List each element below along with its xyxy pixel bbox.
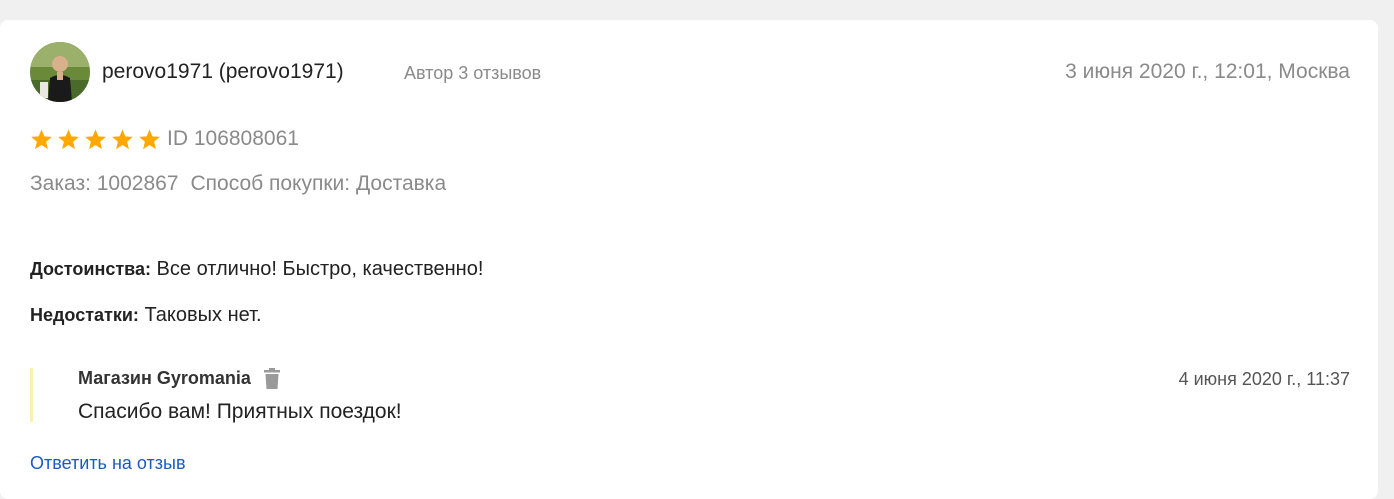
review-date: 3 июня 2020 г., 12:01, Москва <box>1065 60 1350 83</box>
author-name[interactable]: perovo1971 (perovo1971) <box>102 60 344 84</box>
star-icon <box>112 128 133 149</box>
shop-reply-header: Магазин Gyromania <box>78 368 281 389</box>
pros-section: Достоинства: Все отлично! Быстро, качест… <box>30 258 483 281</box>
star-icon <box>85 128 106 149</box>
cons-section: Недостатки: Таковых нет. <box>30 304 262 327</box>
purchase-method: Способ покупки: Доставка <box>190 172 447 195</box>
trash-icon[interactable] <box>263 368 281 389</box>
rating-row: ID 106808061 <box>30 126 299 152</box>
author-reviews-count: Автор 3 отзывов <box>404 63 542 83</box>
cons-label: Недостатки: <box>30 305 139 325</box>
avatar-image <box>30 42 90 102</box>
pros-label: Достоинства: <box>30 259 151 279</box>
star-rating <box>30 128 161 151</box>
cons-text: Таковых нет. <box>144 304 262 326</box>
pros-text: Все отлично! Быстро, качественно! <box>156 258 484 280</box>
reply-date: 4 июня 2020 г., 11:37 <box>1178 369 1350 389</box>
reply-to-review-link[interactable]: Ответить на отзыв <box>30 453 186 474</box>
review-header: perovo1971 (perovo1971) Автор 3 отзывов … <box>30 42 1350 102</box>
review-id: ID 106808061 <box>167 127 299 150</box>
avatar[interactable] <box>30 42 90 102</box>
star-icon <box>31 128 52 149</box>
star-icon <box>139 128 160 149</box>
shop-name[interactable]: Магазин Gyromania <box>78 368 251 389</box>
star-icon <box>58 128 79 149</box>
reply-text: Спасибо вам! Приятных поездок! <box>78 400 402 423</box>
order-number: Заказ: 1002867 <box>30 172 179 195</box>
order-info: Заказ: 1002867 Способ покупки: Доставка <box>30 172 446 196</box>
shop-reply: Магазин Gyromania 4 июня 2020 г., 11:37 … <box>30 368 1350 423</box>
